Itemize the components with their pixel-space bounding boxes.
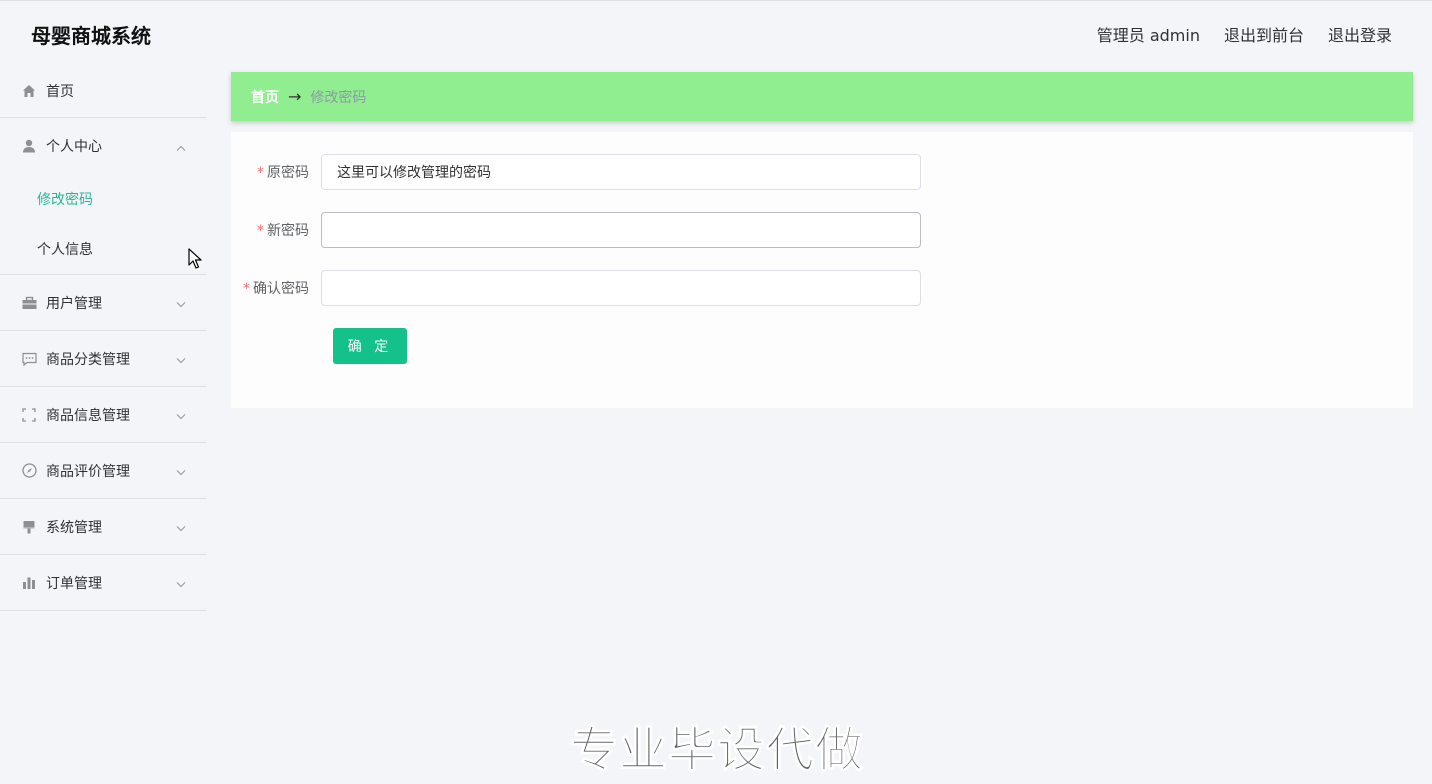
required-mark: * bbox=[257, 165, 264, 181]
compass-icon bbox=[21, 463, 37, 479]
mouse-cursor-icon bbox=[188, 248, 202, 274]
new-password-input[interactable] bbox=[321, 212, 921, 248]
form-row-new-password: * 新密码 bbox=[231, 212, 921, 248]
chevron-up-icon bbox=[176, 142, 186, 152]
sidebar-item-user-management[interactable]: 用户管理 bbox=[0, 275, 207, 331]
chevron-down-icon bbox=[176, 521, 186, 531]
home-icon bbox=[21, 83, 37, 99]
confirm-button[interactable]: 确 定 bbox=[333, 328, 407, 364]
sidebar-group-personal: 个人中心 修改密码 个人信息 bbox=[0, 118, 207, 275]
chevron-down-icon bbox=[176, 353, 186, 363]
header-actions: 管理员 admin 退出到前台 退出登录 bbox=[1097, 22, 1392, 46]
watermark-text: 专业毕设代做 bbox=[570, 722, 865, 779]
sidebar-item-label: 用户管理 bbox=[46, 295, 102, 312]
briefcase-icon bbox=[21, 295, 37, 311]
chevron-down-icon bbox=[176, 297, 186, 307]
sidebar-item-label: 商品评价管理 bbox=[46, 463, 130, 480]
old-password-input[interactable] bbox=[321, 154, 921, 190]
breadcrumb-separator: → bbox=[288, 87, 302, 106]
breadcrumb: 首页 → 修改密码 bbox=[231, 72, 1413, 121]
old-password-label: * 原密码 bbox=[257, 165, 309, 181]
confirm-password-label: * 确认密码 bbox=[243, 281, 309, 297]
sidebar-item-system-management[interactable]: 系统管理 bbox=[0, 499, 207, 555]
admin-user-label: 管理员 admin bbox=[1096, 26, 1200, 45]
logout-link[interactable]: 退出登录 bbox=[1328, 22, 1392, 46]
change-password-form: *原密码 *新密码 *确认密码 确 定 bbox=[231, 132, 1413, 408]
confirm-password-input[interactable] bbox=[321, 270, 921, 306]
user-icon bbox=[21, 138, 37, 154]
chevron-down-icon bbox=[176, 577, 186, 587]
fullscreen-icon bbox=[21, 407, 37, 423]
sidebar-item-category-management[interactable]: 商品分类管理 bbox=[0, 331, 207, 387]
sidebar-item-label: 商品信息管理 bbox=[46, 407, 130, 424]
breadcrumb-home-link[interactable]: 首页 bbox=[251, 87, 279, 107]
sidebar-item-label: 个人中心 bbox=[46, 139, 102, 155]
sidebar-item-personal[interactable]: 个人中心 bbox=[0, 118, 207, 174]
form-row-old-password: * 原密码 bbox=[231, 154, 921, 190]
sidebar-item-label: 系统管理 bbox=[46, 519, 102, 536]
new-password-label: * 新密码 bbox=[257, 223, 309, 239]
sidebar-subitem-change-password[interactable]: 修改密码 bbox=[0, 174, 207, 224]
exit-to-frontend-link[interactable]: 退出到前台 bbox=[1224, 22, 1304, 46]
sidebar-item-label: 商品分类管理 bbox=[46, 351, 130, 368]
brush-icon bbox=[21, 519, 37, 535]
top-header: 母婴商城系统 管理员 admin 退出到前台 退出登录 bbox=[0, 0, 1432, 64]
sidebar: 首页 个人中心 修改密码 个人信息 用户管理 商品分类管理 商品信息管理 商品评… bbox=[0, 64, 207, 611]
sidebar-item-product-management[interactable]: 商品信息管理 bbox=[0, 387, 207, 443]
sidebar-item-review-management[interactable]: 商品评价管理 bbox=[0, 443, 207, 499]
required-mark: * bbox=[257, 223, 264, 239]
sidebar-item-home[interactable]: 首页 bbox=[0, 64, 207, 118]
sidebar-subitem-personal-info[interactable]: 个人信息 bbox=[0, 224, 207, 274]
sidebar-item-order-management[interactable]: 订单管理 bbox=[0, 555, 207, 611]
form-row-confirm-password: * 确认密码 bbox=[231, 270, 921, 306]
sidebar-item-label: 订单管理 bbox=[46, 575, 102, 592]
breadcrumb-current: 修改密码 bbox=[310, 89, 367, 106]
app-title: 母婴商城系统 bbox=[31, 24, 151, 48]
chat-icon bbox=[21, 351, 37, 367]
bar-chart-icon bbox=[21, 575, 37, 591]
chevron-down-icon bbox=[176, 465, 186, 475]
required-mark: * bbox=[243, 281, 250, 297]
sidebar-item-label: 首页 bbox=[46, 83, 74, 100]
chevron-down-icon bbox=[176, 409, 186, 419]
